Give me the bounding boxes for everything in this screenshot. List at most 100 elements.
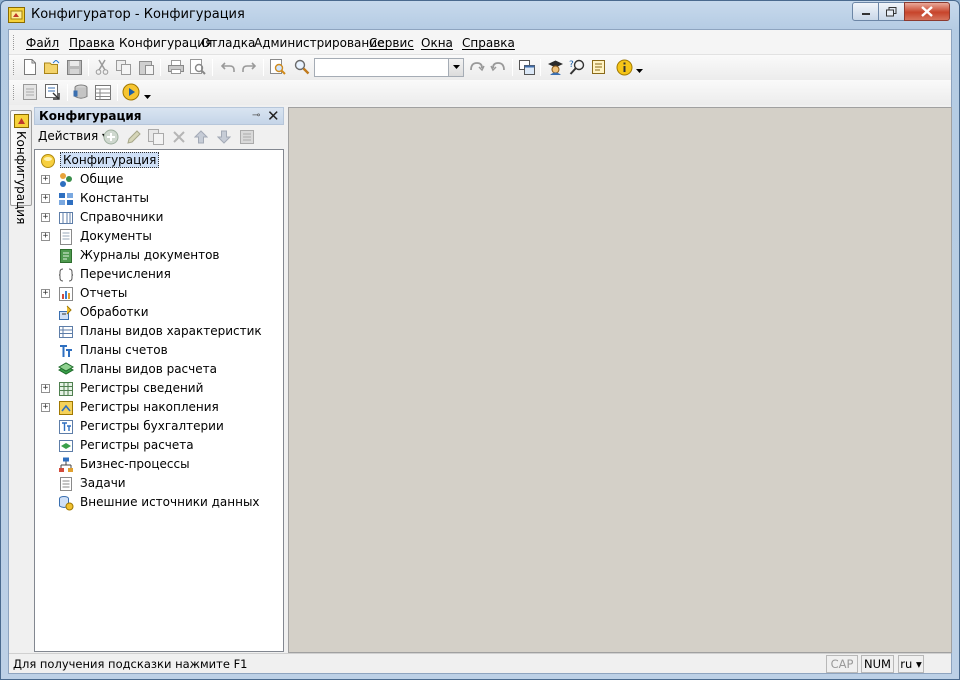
expand-icon[interactable]: +: [41, 175, 50, 184]
find-prev-button[interactable]: [489, 58, 507, 76]
sort-button[interactable]: [238, 128, 256, 146]
open-configuration-button[interactable]: [21, 83, 39, 101]
actions-menu-button[interactable]: Действия ▾: [38, 129, 108, 143]
expand-icon[interactable]: +: [41, 194, 50, 203]
run-options-button[interactable]: [142, 88, 152, 106]
tree-item[interactable]: Журналы документов: [35, 246, 283, 265]
delete-button[interactable]: [170, 128, 188, 146]
syntax-helper-icon: ?: [569, 59, 584, 75]
paste-button[interactable]: [137, 58, 155, 76]
tree-item-label: Константы: [80, 191, 149, 205]
tree-item[interactable]: + Документы: [35, 227, 283, 246]
tree-item[interactable]: + Общие: [35, 170, 283, 189]
menu-service[interactable]: Сервис: [369, 36, 414, 50]
tree-item[interactable]: Планы счетов: [35, 341, 283, 360]
syntax-assistant-button[interactable]: ?: [568, 58, 586, 76]
tree-item[interactable]: Регистры бухгалтерии: [35, 417, 283, 436]
help-topics-button[interactable]: [590, 58, 608, 76]
tree-item[interactable]: Бизнес-процессы: [35, 455, 283, 474]
workspace-area: [288, 107, 952, 653]
minimize-button[interactable]: [852, 2, 879, 21]
expand-icon[interactable]: +: [41, 384, 50, 393]
undo-button[interactable]: [219, 58, 237, 76]
chevron-down-icon: [635, 68, 643, 73]
database-button[interactable]: [72, 83, 90, 101]
chevron-down-icon: [143, 94, 151, 99]
accounting-registers-icon: [59, 420, 73, 434]
print-preview-button[interactable]: [189, 58, 207, 76]
edit-button[interactable]: [124, 128, 142, 146]
tree-item[interactable]: Внешние источники данных: [35, 493, 283, 512]
search-combobox[interactable]: [314, 58, 464, 77]
about-button[interactable]: [615, 58, 633, 76]
expand-icon[interactable]: +: [41, 232, 50, 241]
toolbar-grip[interactable]: [13, 60, 16, 75]
expand-icon[interactable]: +: [41, 289, 50, 298]
tree-item[interactable]: + Справочники: [35, 208, 283, 227]
title-bar[interactable]: Конфигуратор - Конфигурация: [1, 1, 959, 29]
pin-icon[interactable]: ⊸: [252, 110, 260, 121]
undo-icon: [221, 62, 235, 72]
tree-item[interactable]: Задачи: [35, 474, 283, 493]
tree-item-label: Общие: [80, 172, 124, 186]
tree-item-label: Планы счетов: [80, 343, 168, 357]
search-button[interactable]: [293, 58, 311, 76]
configuration-toolbar: [9, 80, 951, 105]
close-button[interactable]: [904, 2, 950, 21]
search-dropdown-button[interactable]: [448, 59, 463, 76]
menu-administration[interactable]: Администрирование: [254, 36, 384, 50]
svg-text:?: ?: [569, 60, 574, 70]
cut-button[interactable]: [93, 58, 111, 76]
print-button[interactable]: [167, 58, 185, 76]
configuration-tree[interactable]: Конфигурация + Общие + Константы + Справочник…: [34, 149, 284, 652]
tree-item[interactable]: + Регистры сведений: [35, 379, 283, 398]
menu-file[interactable]: Файл: [26, 36, 59, 50]
menu-windows[interactable]: Окна: [421, 36, 453, 50]
save-button[interactable]: [65, 58, 83, 76]
expand-icon[interactable]: +: [41, 403, 50, 412]
start-debugging-button[interactable]: [122, 83, 140, 101]
add-button[interactable]: [102, 128, 120, 146]
tree-item-label: Бизнес-процессы: [80, 457, 190, 471]
toolbar-options-button[interactable]: [634, 62, 644, 80]
tree-item[interactable]: Перечисления: [35, 265, 283, 284]
tree-item-label: Внешние источники данных: [80, 495, 260, 509]
caps-lock-indicator: CAP: [826, 655, 858, 673]
menu-edit[interactable]: Правка: [69, 36, 115, 50]
menu-debug[interactable]: Отладка: [201, 36, 255, 50]
language-selector[interactable]: ru ▾: [898, 655, 924, 673]
panel-close-icon[interactable]: ✕: [267, 107, 280, 125]
move-up-button[interactable]: [192, 128, 210, 146]
tree-item[interactable]: Планы видов расчета: [35, 360, 283, 379]
menu-grip[interactable]: [13, 35, 16, 50]
toolbar-grip[interactable]: [13, 85, 16, 100]
table-icon: [95, 84, 111, 100]
new-button[interactable]: [21, 58, 39, 76]
copy-button[interactable]: [115, 58, 133, 76]
tree-item[interactable]: + Регистры накопления: [35, 398, 283, 417]
tree-root-label[interactable]: Конфигурация: [60, 152, 160, 168]
tree-item[interactable]: Регистры расчета: [35, 436, 283, 455]
menu-configuration[interactable]: Конфигурация: [119, 36, 212, 50]
panel-header[interactable]: Конфигурация ⊸ ✕: [34, 107, 284, 125]
sidetab-configuration[interactable]: Конфигурация: [10, 110, 32, 224]
tree-item[interactable]: + Отчеты: [35, 284, 283, 303]
tree-root[interactable]: Конфигурация: [35, 151, 283, 170]
windows-list-button[interactable]: [518, 58, 536, 76]
open-button[interactable]: [43, 58, 61, 76]
find-in-files-button[interactable]: [269, 58, 287, 76]
maximize-button[interactable]: [878, 2, 905, 21]
find-next-button[interactable]: [468, 58, 486, 76]
move-down-button[interactable]: [215, 128, 233, 146]
help-wizard-button[interactable]: [546, 58, 564, 76]
expand-icon[interactable]: +: [41, 213, 50, 222]
menu-help[interactable]: Справка: [462, 36, 515, 50]
update-database-button[interactable]: [44, 83, 62, 101]
copy-item-button[interactable]: [147, 128, 165, 146]
tree-item[interactable]: + Константы: [35, 189, 283, 208]
compare-configurations-button[interactable]: [94, 83, 112, 101]
tree-item[interactable]: Обработки: [35, 303, 283, 322]
tree-item[interactable]: Планы видов характеристик: [35, 322, 283, 341]
tree-item-label: Отчеты: [80, 286, 128, 300]
redo-button[interactable]: [240, 58, 258, 76]
